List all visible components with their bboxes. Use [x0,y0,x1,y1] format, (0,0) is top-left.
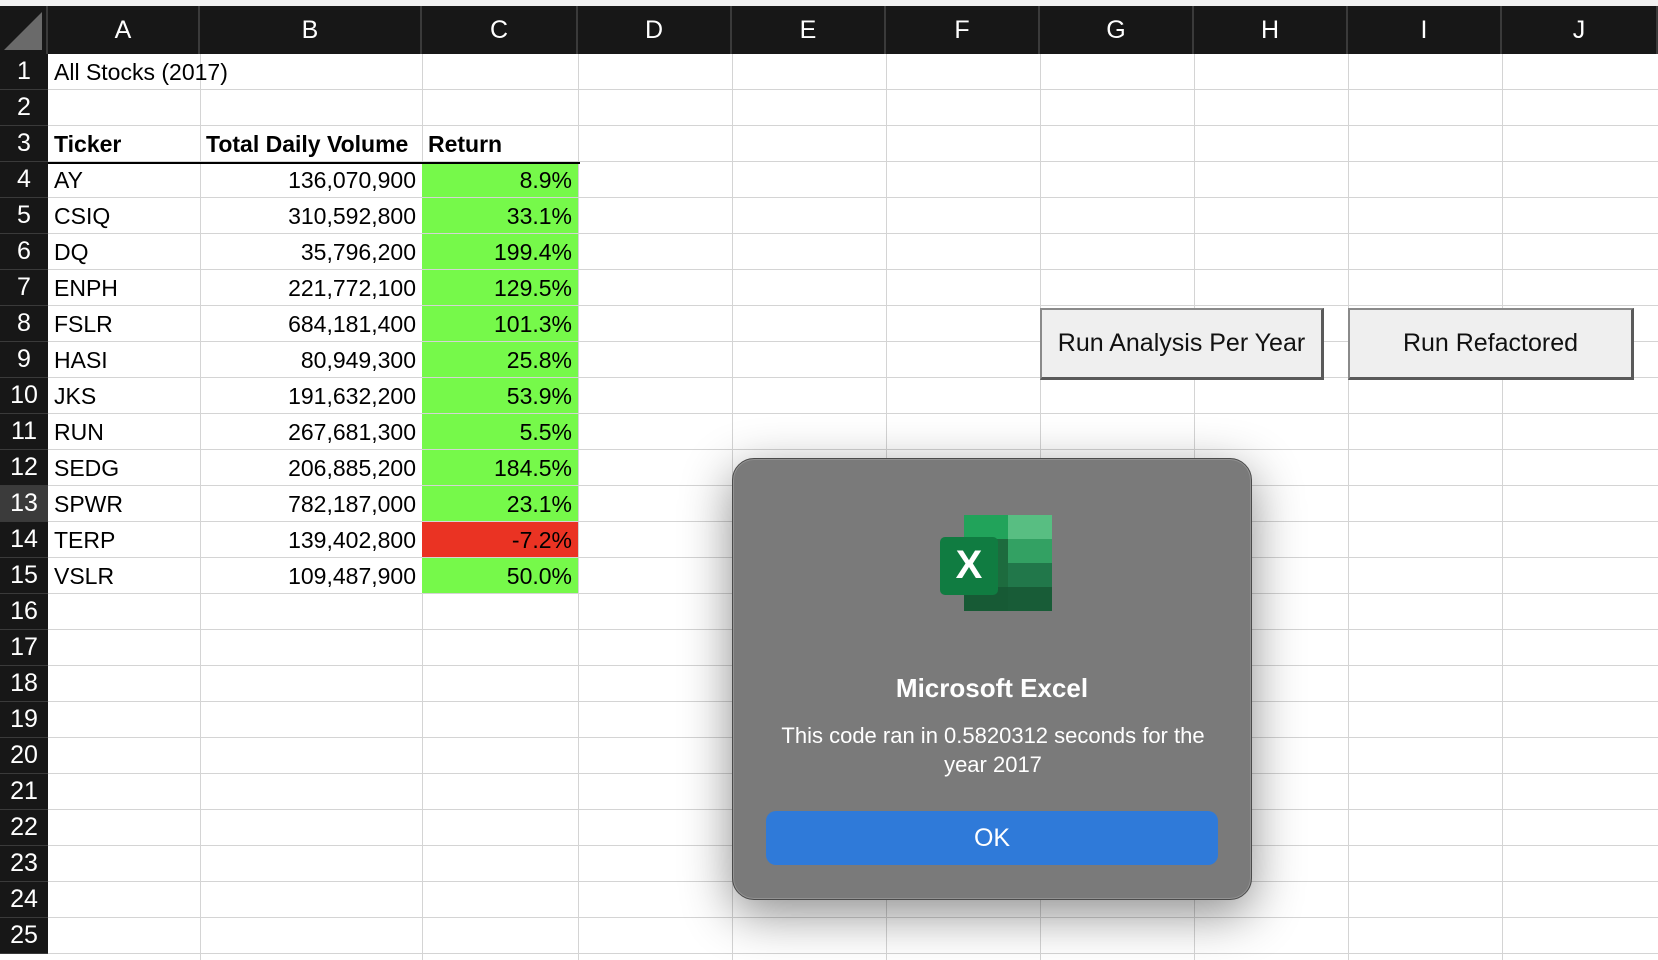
volume-header-cell[interactable]: Total Daily Volume [200,126,422,162]
return-cell[interactable]: 129.5% [422,270,578,306]
volume-cell[interactable]: 221,772,100 [200,270,422,306]
row-header-13[interactable]: 13 [0,486,48,522]
ticker-cell[interactable]: FSLR [48,306,200,342]
row-header-15[interactable]: 15 [0,558,48,594]
row-header-25[interactable]: 25 [0,918,48,954]
ticker-cell[interactable]: ENPH [48,270,200,306]
row-header-23[interactable]: 23 [0,846,48,882]
row-header-22[interactable]: 22 [0,810,48,846]
row-gridline [48,917,1658,918]
return-cell[interactable]: 23.1% [422,486,578,522]
return-cell[interactable]: 50.0% [422,558,578,594]
volume-cell[interactable]: 80,949,300 [200,342,422,378]
volume-cell[interactable]: 684,181,400 [200,306,422,342]
column-header-g[interactable]: G [1040,6,1194,54]
row-header-20[interactable]: 20 [0,738,48,774]
row-header-14[interactable]: 14 [0,522,48,558]
volume-cell[interactable]: 139,402,800 [200,522,422,558]
row-header-19[interactable]: 19 [0,702,48,738]
ticker-cell[interactable]: AY [48,162,200,198]
column-header-i[interactable]: I [1348,6,1502,54]
column-gridline [578,54,579,960]
ticker-cell[interactable]: SEDG [48,450,200,486]
row-header-24[interactable]: 24 [0,882,48,918]
return-cell[interactable]: -7.2% [422,522,578,558]
ticker-cell[interactable]: HASI [48,342,200,378]
ticker-header-cell[interactable]: Ticker [48,126,200,162]
row-header-3[interactable]: 3 [0,126,48,162]
volume-cell[interactable]: 206,885,200 [200,450,422,486]
run-analysis-button[interactable]: Run Analysis Per Year [1040,308,1324,380]
excel-icon: X [940,515,1052,611]
row-header-10[interactable]: 10 [0,378,48,414]
volume-cell[interactable]: 109,487,900 [200,558,422,594]
volume-cell[interactable]: 191,632,200 [200,378,422,414]
return-cell[interactable]: 8.9% [422,162,578,198]
return-header-cell[interactable]: Return [422,126,580,162]
column-gridline [1502,54,1503,960]
row-header-2[interactable]: 2 [0,90,48,126]
volume-cell[interactable]: 136,070,900 [200,162,422,198]
row-header-7[interactable]: 7 [0,270,48,306]
dialog-title: Microsoft Excel [895,673,1089,703]
return-cell[interactable]: 101.3% [422,306,578,342]
row-header-18[interactable]: 18 [0,666,48,702]
row-header-9[interactable]: 9 [0,342,48,378]
ticker-cell[interactable]: SPWR [48,486,200,522]
sheet-title-cell[interactable]: All Stocks (2017) [48,54,398,90]
run-refactored-button[interactable]: Run Refactored [1348,308,1634,380]
row-header-11[interactable]: 11 [0,414,48,450]
column-header-a[interactable]: A [48,6,200,54]
ticker-cell[interactable]: VSLR [48,558,200,594]
column-header-c[interactable]: C [422,6,578,54]
row-header-4[interactable]: 4 [0,162,48,198]
row-header-21[interactable]: 21 [0,774,48,810]
column-header-e[interactable]: E [732,6,886,54]
column-header-d[interactable]: D [578,6,732,54]
select-all-triangle [4,12,42,50]
svg-text:X: X [956,543,983,587]
ticker-cell[interactable]: RUN [48,414,200,450]
volume-cell[interactable]: 782,187,000 [200,486,422,522]
row-header-8[interactable]: 8 [0,306,48,342]
select-all-corner[interactable] [0,6,48,54]
column-gridline [1348,54,1349,960]
column-header-h[interactable]: H [1194,6,1348,54]
volume-cell[interactable]: 267,681,300 [200,414,422,450]
dialog-message: This code ran in 0.5820312 seconds for t… [781,723,1205,777]
return-cell[interactable]: 5.5% [422,414,578,450]
row-header-1[interactable]: 1 [0,54,48,90]
row-gridline [48,953,1658,954]
return-cell[interactable]: 25.8% [422,342,578,378]
return-cell[interactable]: 33.1% [422,198,578,234]
row-header-16[interactable]: 16 [0,594,48,630]
return-cell[interactable]: 184.5% [422,450,578,486]
row-header-6[interactable]: 6 [0,234,48,270]
ticker-cell[interactable]: CSIQ [48,198,200,234]
ticker-cell[interactable]: DQ [48,234,200,270]
column-header-f[interactable]: F [886,6,1040,54]
row-header-12[interactable]: 12 [0,450,48,486]
spreadsheet: ABCDEFGHIJ 1 2 3 4 5 6 7 8 9 10 11 12 13 14 15 16 17 18 19… [0,0,1658,960]
ticker-cell[interactable]: JKS [48,378,200,414]
alert-dialog: X Microsoft Excel This code ran in 0.582… [732,458,1252,900]
volume-cell[interactable]: 35,796,200 [200,234,422,270]
ok-button[interactable]: OK [766,811,1218,865]
row-header-5[interactable]: 5 [0,198,48,234]
row-header-17[interactable]: 17 [0,630,48,666]
return-cell[interactable]: 53.9% [422,378,578,414]
ticker-cell[interactable]: TERP [48,522,200,558]
column-header-b[interactable]: B [200,6,422,54]
column-header-j[interactable]: J [1502,6,1658,54]
volume-cell[interactable]: 310,592,800 [200,198,422,234]
return-cell[interactable]: 199.4% [422,234,578,270]
